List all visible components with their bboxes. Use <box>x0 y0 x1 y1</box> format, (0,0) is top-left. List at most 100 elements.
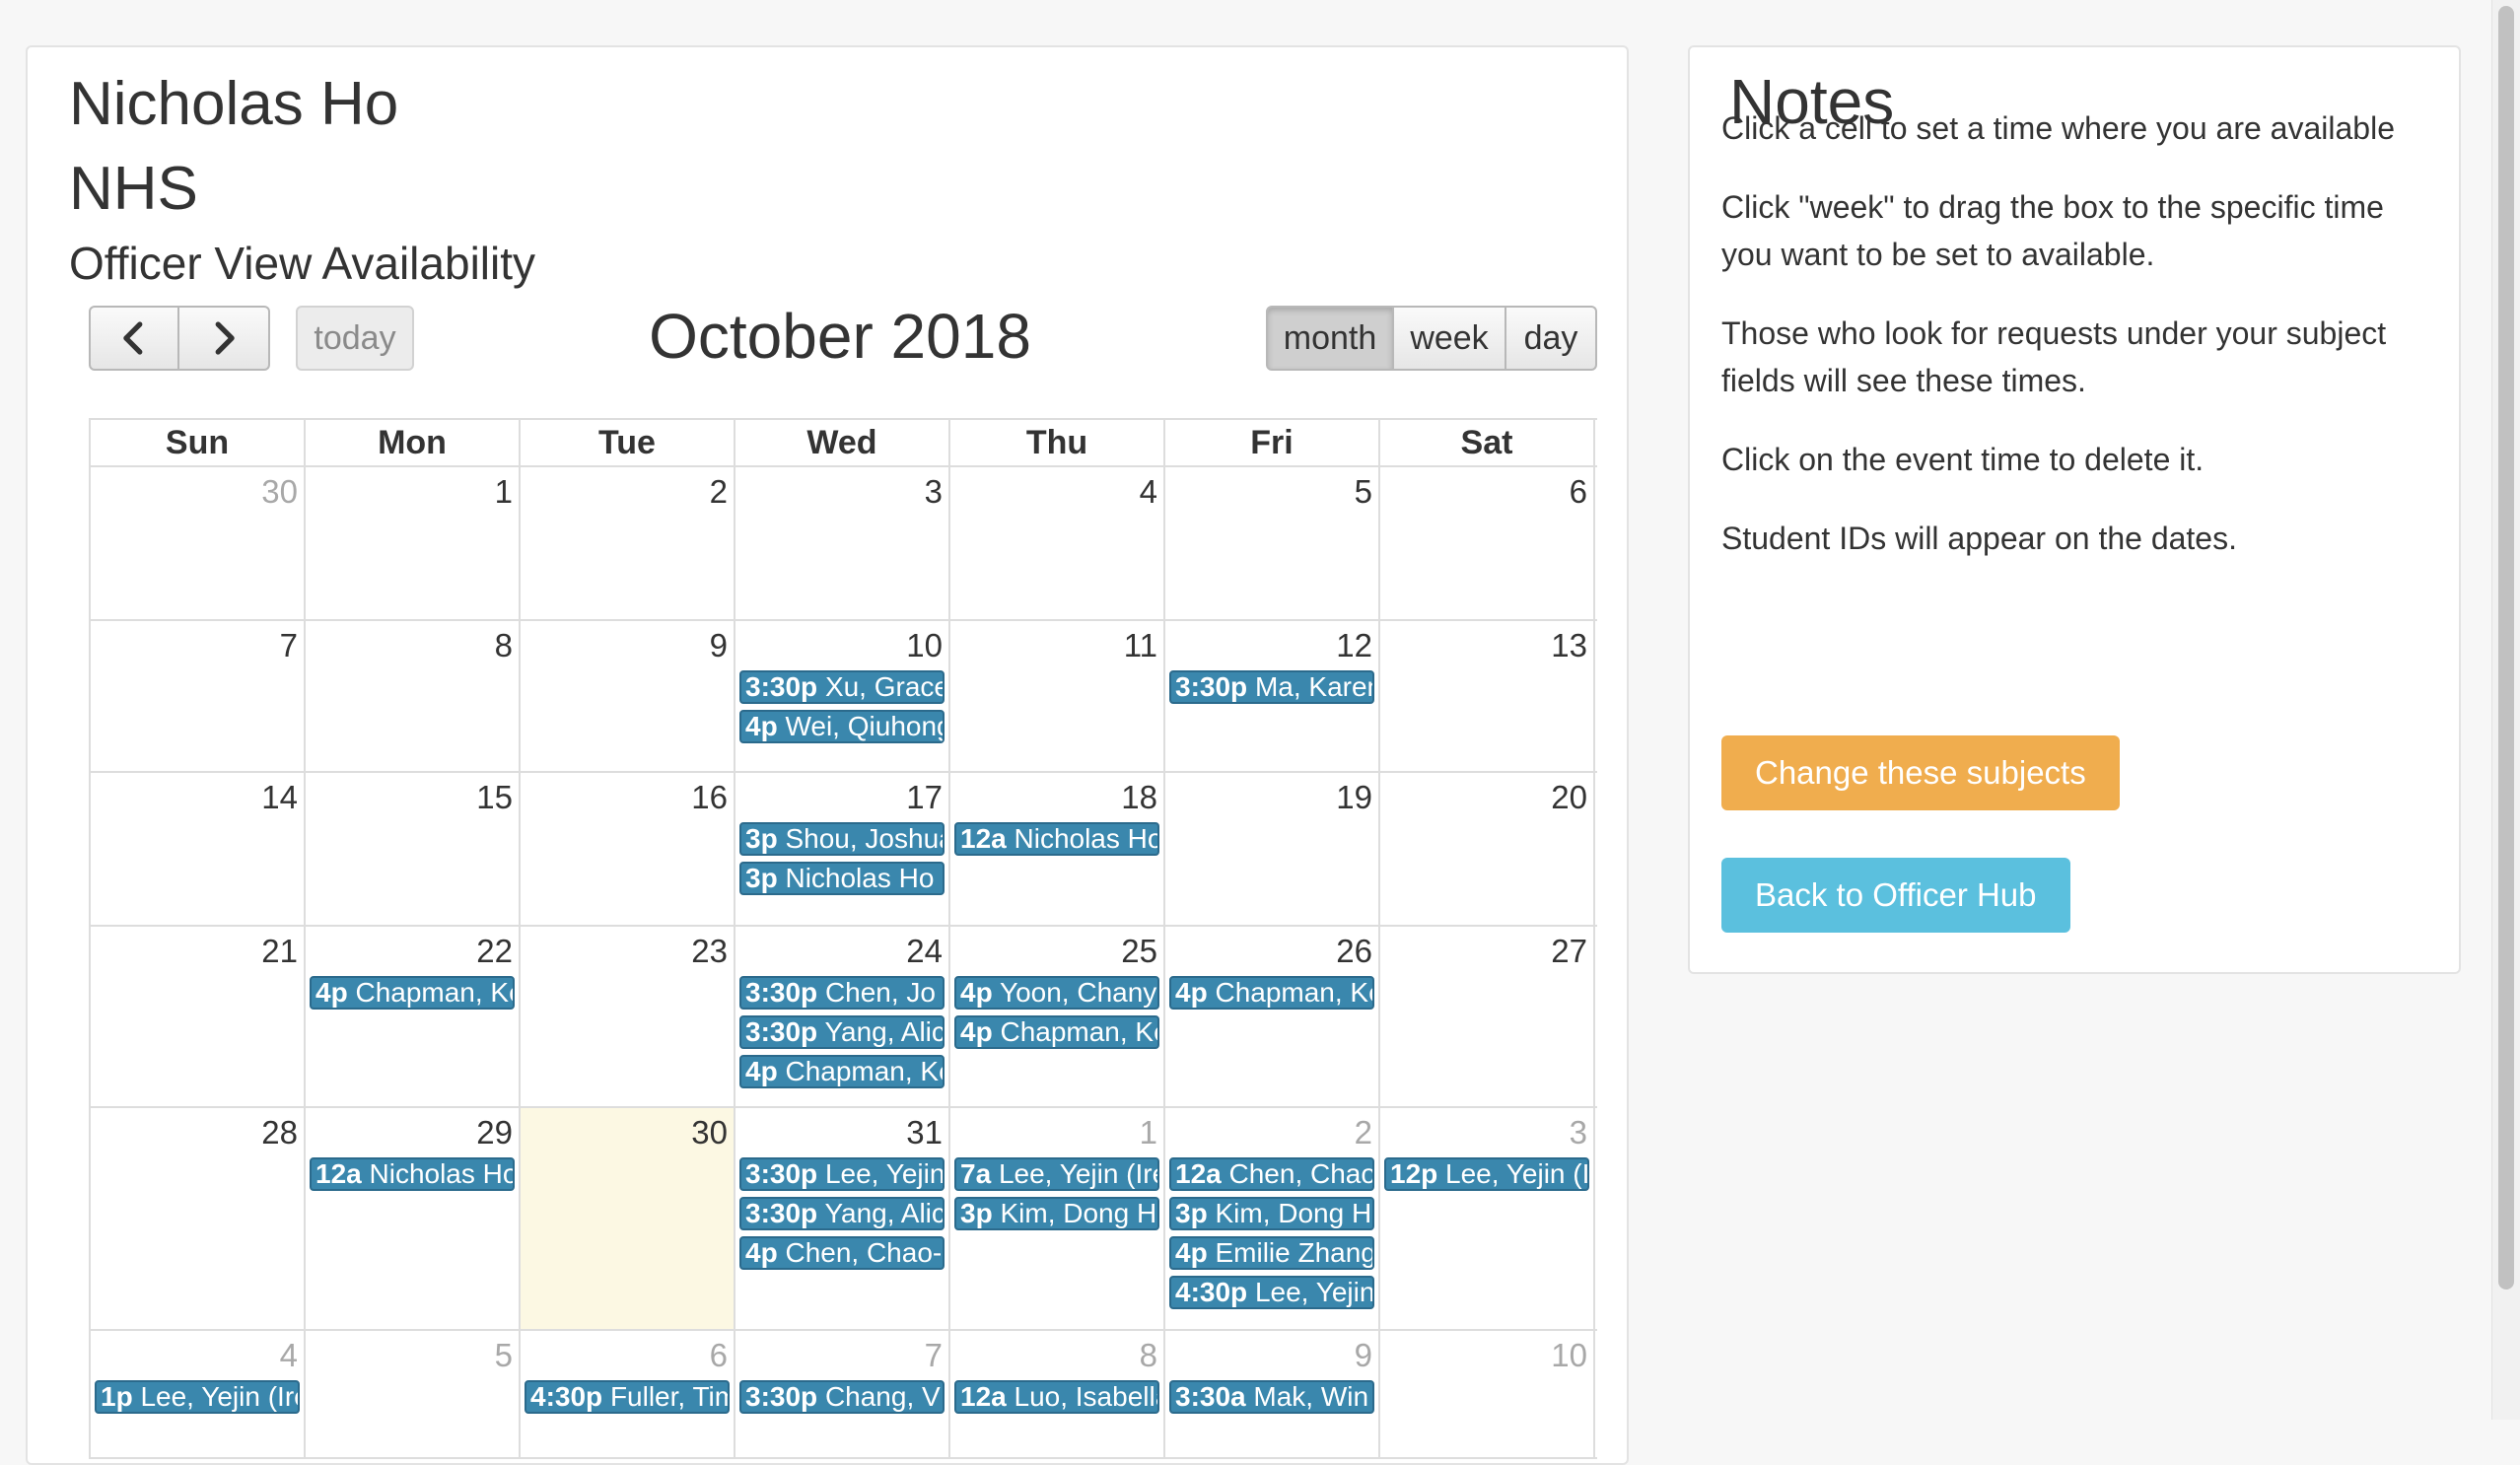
day-cell[interactable]: 23 <box>521 927 735 1106</box>
day-cell[interactable]: 8 <box>306 621 521 771</box>
calendar-event[interactable]: 4p Chapman, Kevin <box>739 1055 945 1088</box>
day-cell[interactable]: 3 12p Lee, Yejin (Irene) <box>1380 1108 1595 1329</box>
day-cell[interactable]: 24 3:30p Chen, Jo 3:30p Yang, Alice 4p Chap… <box>735 927 950 1106</box>
day-cell[interactable]: 22 4p Chapman, Kevin <box>306 927 521 1106</box>
day-cell[interactable]: 7 3:30p Chang, V <box>735 1331 950 1457</box>
calendar-event[interactable]: 3:30p Chen, Jo <box>739 976 945 1010</box>
calendar-event[interactable]: 4:30p Lee, Yejin <box>1169 1276 1374 1309</box>
calendar-event[interactable]: 12a Nicholas Ho <box>310 1157 515 1191</box>
calendar-event[interactable]: 3:30p Lee, Yejin <box>739 1157 945 1191</box>
day-cell[interactable]: 4 <box>950 467 1165 619</box>
calendar-event[interactable]: 4p Yoon, Chany <box>954 976 1159 1010</box>
day-cell[interactable]: 19 <box>1165 773 1380 925</box>
day-cell[interactable]: 9 3:30a Mak, Win <box>1165 1331 1380 1457</box>
day-number: 24 <box>906 933 943 969</box>
calendar-event[interactable]: 1p Lee, Yejin (Irene) <box>95 1380 300 1414</box>
page-scrollbar[interactable] <box>2491 0 2520 1420</box>
calendar-event[interactable]: 3:30p Yang, Alice <box>739 1015 945 1049</box>
calendar-event[interactable]: 3:30p Chang, V <box>739 1380 945 1414</box>
day-cell[interactable]: 9 <box>521 621 735 771</box>
calendar-event[interactable]: 3:30a Mak, Win <box>1169 1380 1374 1414</box>
change-subjects-button[interactable]: Change these subjects <box>1721 735 2120 810</box>
day-cell[interactable]: 7 <box>91 621 306 771</box>
event-title: Lee, Yejin <box>1254 1277 1374 1307</box>
day-number: 1 <box>1139 1114 1157 1151</box>
day-cell[interactable]: 27 <box>1380 927 1595 1106</box>
day-cell[interactable]: 29 12a Nicholas Ho <box>306 1108 521 1329</box>
event-time: 3:30p <box>745 1158 818 1189</box>
event-time: 1p <box>101 1381 133 1412</box>
event-time: 4p <box>745 1056 778 1086</box>
calendar-event[interactable]: 3:30p Ma, Karen <box>1169 670 1374 704</box>
calendar-event[interactable]: 3p Kim, Dong H <box>954 1197 1159 1230</box>
day-cell[interactable]: 10 3:30p Xu, Grace 4p Wei, Qiuhong <box>735 621 950 771</box>
calendar-event[interactable]: 3p Nicholas Ho <box>739 862 945 895</box>
day-cell[interactable]: 21 <box>91 927 306 1106</box>
back-to-officer-hub-button[interactable]: Back to Officer Hub <box>1721 858 2070 933</box>
calendar-event[interactable]: 4:30p Fuller, Tim <box>525 1380 730 1414</box>
calendar-event[interactable]: 4p Chapman, Kevin <box>1169 976 1374 1010</box>
calendar-event[interactable]: 3:30p Yang, Alice <box>739 1197 945 1230</box>
day-cell[interactable]: 5 <box>306 1331 521 1457</box>
day-cell[interactable]: 1 <box>306 467 521 619</box>
event-title: Chapman, Kevin <box>785 1056 943 1086</box>
event-title: Xu, Grace <box>824 671 945 702</box>
calendar-event[interactable]: 12a Chen, Chao <box>1169 1157 1374 1191</box>
calendar-event[interactable]: 12p Lee, Yejin (Irene) <box>1384 1157 1589 1191</box>
event-time: 3:30a <box>1175 1381 1246 1412</box>
calendar-event[interactable]: 4p Chapman, Kevin <box>954 1015 1159 1049</box>
day-cell[interactable]: 20 <box>1380 773 1595 925</box>
event-title: Chen, Jo <box>824 977 937 1008</box>
view-month-button[interactable]: month <box>1266 306 1394 371</box>
day-cell[interactable]: 4 1p Lee, Yejin (Irene) <box>91 1331 306 1457</box>
day-cell[interactable]: 15 <box>306 773 521 925</box>
day-cell[interactable]: 11 <box>950 621 1165 771</box>
calendar-event[interactable]: 4p Chen, Chao- <box>739 1236 945 1270</box>
day-cell[interactable]: 30 <box>91 467 306 619</box>
day-cell[interactable]: 1 7a Lee, Yejin (Irene) 3p Kim, Dong H <box>950 1108 1165 1329</box>
scrollbar-thumb[interactable] <box>2498 6 2514 1290</box>
calendar-event[interactable]: 7a Lee, Yejin (Irene) <box>954 1157 1159 1191</box>
day-header-sat: Sat <box>1380 420 1595 465</box>
day-cell[interactable]: 26 4p Chapman, Kevin <box>1165 927 1380 1106</box>
event-time: 12a <box>1175 1158 1222 1189</box>
event-title: Lee, Yejin (Irene) <box>998 1158 1157 1189</box>
day-number: 30 <box>261 473 298 510</box>
day-cell[interactable]: 6 <box>1380 467 1595 619</box>
day-cell[interactable]: 2 <box>521 467 735 619</box>
calendar-event[interactable]: 12a Nicholas Ho <box>954 822 1159 856</box>
day-cell[interactable]: 8 12a Luo, Isabella <box>950 1331 1165 1457</box>
day-cell[interactable]: 313:30p Lee, Yejin3:30p Yang, Alice4p Ch… <box>735 1108 950 1329</box>
calendar-event[interactable]: 3:30p Xu, Grace <box>739 670 945 704</box>
calendar-event[interactable]: 12a Luo, Isabella <box>954 1380 1159 1414</box>
calendar-event[interactable]: 3p Shou, Joshua <box>739 822 945 856</box>
day-cell[interactable]: 13 <box>1380 621 1595 771</box>
view-day-button[interactable]: day <box>1506 306 1597 371</box>
day-number: 25 <box>1121 933 1157 969</box>
day-cell-today[interactable]: 30 <box>521 1108 735 1329</box>
event-time: 3p <box>1175 1198 1208 1228</box>
day-cell[interactable]: 12 3:30p Ma, Karen <box>1165 621 1380 771</box>
day-cell[interactable]: 14 <box>91 773 306 925</box>
day-cell[interactable]: 25 4p Yoon, Chany 4p Chapman, Kevin <box>950 927 1165 1106</box>
event-title: Lee, Yejin (Irene) <box>1445 1158 1589 1189</box>
day-cell[interactable]: 17 3p Shou, Joshua 3p Nicholas Ho <box>735 773 950 925</box>
calendar-event[interactable]: 3p Kim, Dong H <box>1169 1197 1374 1230</box>
day-header-tue: Tue <box>521 420 735 465</box>
day-cell[interactable]: 5 <box>1165 467 1380 619</box>
day-cell[interactable]: 16 <box>521 773 735 925</box>
day-cell[interactable]: 3 <box>735 467 950 619</box>
day-cell[interactable]: 28 <box>91 1108 306 1329</box>
day-header-row: Sun Mon Tue Wed Thu Fri Sat <box>89 418 1597 467</box>
day-cell[interactable]: 18 12a Nicholas Ho <box>950 773 1165 925</box>
day-number: 23 <box>691 933 728 969</box>
day-cell[interactable]: 6 4:30p Fuller, Tim <box>521 1331 735 1457</box>
day-cell[interactable]: 10 <box>1380 1331 1595 1457</box>
calendar-event[interactable]: 4p Wei, Qiuhong <box>739 710 945 743</box>
event-time: 4p <box>745 1237 778 1268</box>
view-week-button[interactable]: week <box>1394 306 1506 371</box>
day-cell[interactable]: 2 12a Chen, Chao 3p Kim, Dong H 4p Emilie Z… <box>1165 1108 1380 1329</box>
day-number: 13 <box>1551 627 1587 663</box>
calendar-event[interactable]: 4p Chapman, Kevin <box>310 976 515 1010</box>
calendar-event[interactable]: 4p Emilie Zhang <box>1169 1236 1374 1270</box>
